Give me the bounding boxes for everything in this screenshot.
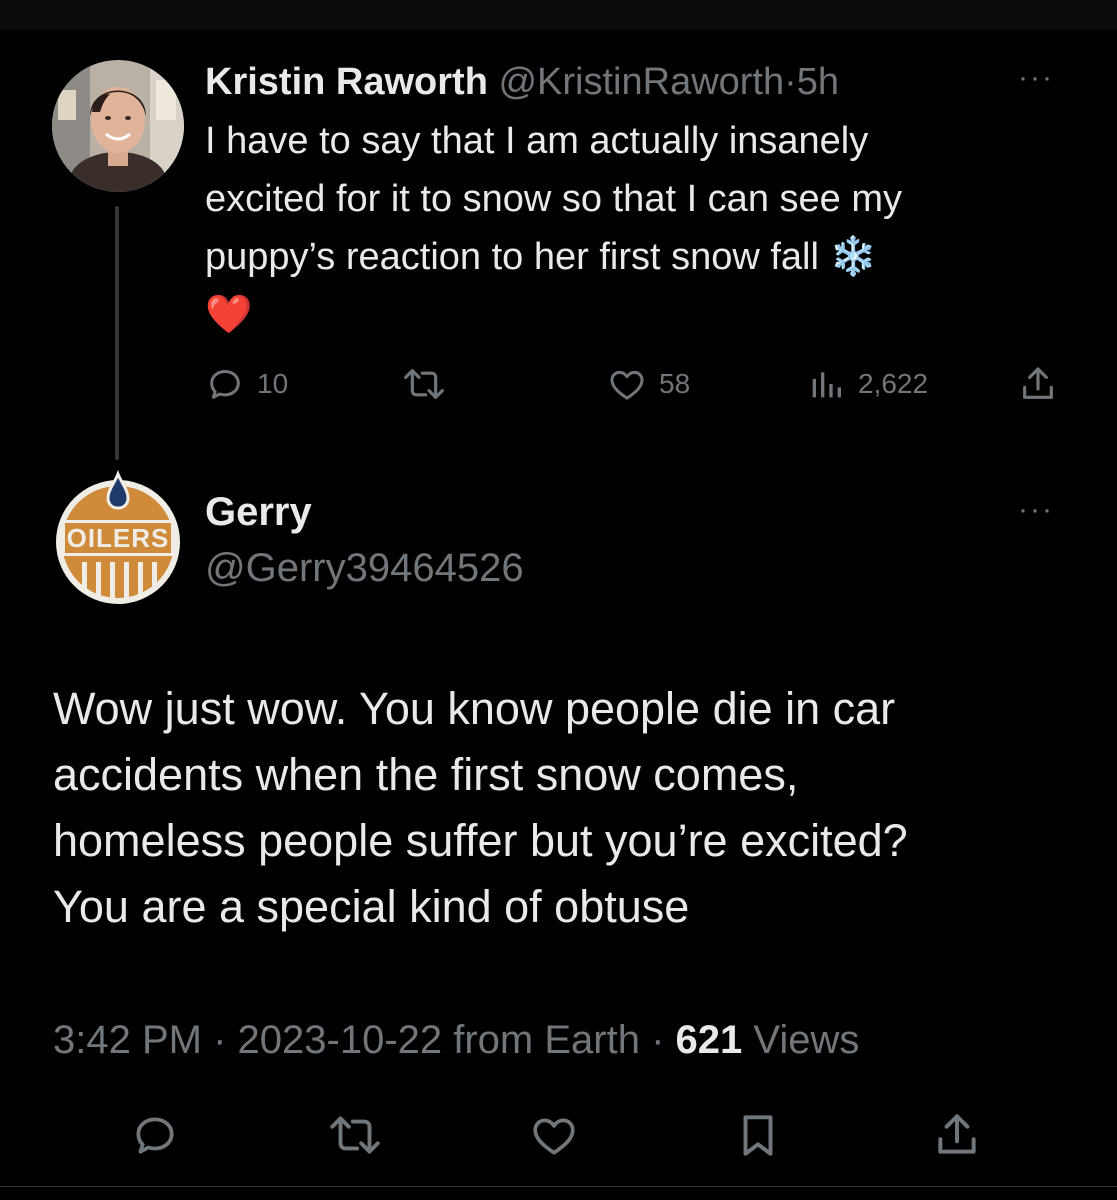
reply-views-count[interactable]: 621 [676, 1018, 743, 1062]
reply-bookmark-button[interactable] [733, 1110, 783, 1160]
reply-views-label[interactable]: Views [742, 1018, 859, 1062]
reply-more-options-button[interactable]: ··· [1018, 495, 1054, 525]
like-count: 58 [659, 368, 691, 399]
reply-metadata: 3:42 PM · 2023-10-22 from Earth · 621 Vi… [53, 1014, 859, 1066]
reply-date[interactable]: 2023-10-22 [238, 1018, 443, 1062]
reply-icon [210, 370, 240, 399]
parent-reply-button[interactable]: 10 [205, 364, 288, 404]
more-icon: ··· [1018, 61, 1054, 94]
meta-separator: · [639, 1018, 676, 1062]
oilers-logo-icon: OILERS [56, 469, 180, 604]
parent-display-name[interactable]: Kristin Raworth [205, 61, 488, 103]
parent-more-options-button[interactable]: ··· [1018, 63, 1054, 93]
oilers-logo-text: OILERS [67, 523, 170, 553]
share-icon [938, 1114, 976, 1154]
retweet-icon [330, 1116, 380, 1154]
gerry-avatar[interactable]: OILERS [52, 469, 184, 606]
kristin-avatar[interactable] [52, 60, 184, 192]
reply-display-name[interactable]: Gerry [205, 486, 312, 538]
parent-text-line: I have to say that I am actually insanel… [205, 120, 869, 162]
parent-text-line: ❤️ [205, 294, 253, 336]
bookmark-icon [743, 1115, 773, 1156]
views-icon [812, 372, 841, 398]
parent-like-button[interactable]: 58 [607, 364, 690, 404]
reply-time[interactable]: 3:42 PM [53, 1018, 202, 1062]
parent-tweet-text: I have to say that I am actually insanel… [205, 112, 1065, 344]
views-count: 2,622 [858, 368, 929, 399]
reply-icon [136, 1117, 174, 1154]
reply-like-button[interactable] [529, 1110, 579, 1160]
reply-text-line: homeless people suffer but you’re excite… [53, 815, 908, 866]
parent-handle[interactable]: @KristinRaworth [498, 61, 784, 103]
reply-share-button[interactable] [932, 1110, 982, 1160]
reply-retweet-button[interactable] [326, 1110, 384, 1160]
parent-retweet-button[interactable] [400, 364, 460, 404]
reply-handle[interactable]: @Gerry39464526 [205, 542, 524, 594]
reply-text-line: Wow just wow. You know people die in car [53, 683, 896, 734]
parent-timestamp[interactable]: 5h [797, 61, 839, 103]
parent-share-button[interactable] [1018, 364, 1058, 404]
parent-text-line: puppy’s reaction to her first snow fall … [205, 236, 877, 278]
bottom-divider [0, 1186, 1117, 1187]
status-strip [0, 0, 1117, 30]
more-icon: ··· [1018, 493, 1054, 526]
heart-icon [533, 1118, 575, 1155]
retweet-icon [404, 369, 444, 399]
reply-count: 10 [257, 368, 289, 399]
reply-tweet-text: Wow just wow. You know people die in car… [53, 676, 1063, 940]
reply-reply-button[interactable] [130, 1110, 180, 1160]
portrait-image [52, 60, 184, 192]
reply-text-line: accidents when the first snow comes, [53, 749, 799, 800]
header-separator: · [784, 61, 797, 103]
meta-separator: · [201, 1018, 238, 1062]
reply-source: from Earth [442, 1018, 640, 1062]
thread-connector-line [115, 206, 119, 460]
share-icon [1023, 367, 1053, 399]
parent-text-line: excited for it to snow so that I can see… [205, 178, 902, 220]
parent-tweet-header: Kristin Raworth @KristinRaworth·5h [205, 56, 839, 108]
parent-views-button[interactable]: 2,622 [806, 364, 928, 404]
heart-icon [610, 370, 644, 400]
reply-text-line: You are a special kind of obtuse [53, 881, 690, 932]
